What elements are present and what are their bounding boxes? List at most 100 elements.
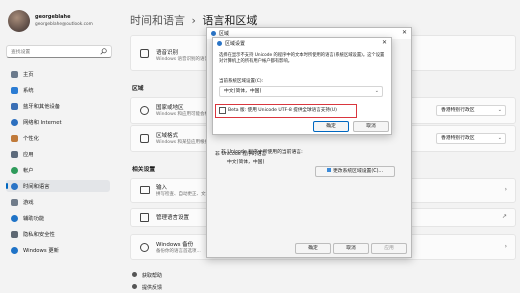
backup-card-title: Windows 备份	[156, 242, 194, 248]
region-cancel-button[interactable]: 取消	[333, 243, 369, 254]
sidebar-item-label: 游戏	[23, 200, 34, 206]
change-system-locale-button[interactable]: 更改系统区域设置(C)...	[315, 166, 395, 177]
sidebar-item-label: 主页	[23, 72, 34, 78]
breadcrumb-separator: ›	[191, 14, 196, 27]
section-related: 相关设置	[132, 167, 156, 173]
unicode-section-desc: 非 Unicode 程序中所使用的当前语言:	[221, 150, 303, 155]
close-icon[interactable]: ✕	[382, 39, 387, 46]
country-select-value: 香港特别行政区	[441, 108, 475, 113]
sidebar-item-system[interactable]: 系统	[6, 84, 110, 96]
section-region: 区域	[132, 86, 144, 92]
typing-card-title: 输入	[156, 185, 168, 191]
sidebar-item-label: 个性化	[23, 136, 39, 142]
close-icon[interactable]: ✕	[402, 29, 407, 36]
search-icon	[100, 48, 107, 55]
globe-clock-icon	[11, 182, 18, 190]
brush-icon	[11, 134, 18, 142]
speech-icon	[140, 49, 149, 58]
system-locale-value: 中文(简体，中国)	[224, 89, 262, 94]
sidebar-item-accounts[interactable]: 帐户	[6, 164, 110, 176]
admin-language-title: 管理语言设置	[156, 215, 190, 221]
sidebar-item-gaming[interactable]: 游戏	[6, 196, 110, 208]
region-ok-button[interactable]: 确定	[295, 243, 331, 254]
chevron-right-icon: ›	[504, 243, 507, 250]
country-select[interactable]: 香港特别行政区 ⌄	[436, 105, 506, 116]
chevron-down-icon: ⌄	[497, 135, 502, 141]
accessibility-icon	[11, 214, 18, 222]
system-locale-select[interactable]: 中文(简体，中国) ⌄	[219, 86, 383, 97]
breadcrumb-current: 语言和区域	[202, 14, 258, 27]
sidebar-item-label: 应用	[23, 152, 34, 158]
chevron-right-icon: ›	[504, 186, 507, 193]
get-help-link[interactable]: 获取帮助	[132, 272, 162, 279]
gamepad-icon	[11, 198, 18, 206]
sidebar-item-label: 时间和语言	[23, 184, 50, 190]
format-select[interactable]: 香港特别行政区 ⌄	[436, 133, 506, 144]
format-select-value: 香港特别行政区	[441, 136, 475, 141]
sidebar-item-label: 蓝牙和其他设备	[23, 104, 61, 110]
shield-icon	[11, 230, 18, 238]
backup-icon	[140, 243, 149, 252]
locale-dialog: 区域设置 ✕ 选择在显示不支持 Unicode 的程序中的文本时所使用的语言(系…	[212, 37, 392, 135]
locale-dialog-titlebar: 区域设置 ✕	[213, 38, 391, 49]
chevron-down-icon: ⌄	[374, 88, 379, 94]
update-icon	[11, 246, 18, 254]
feedback-icon	[132, 284, 137, 289]
open-external-icon: ↗	[501, 213, 507, 220]
locale-description: 选择在显示不支持 Unicode 的程序中的文本时所使用的语言(系统区域设置)。…	[219, 53, 385, 64]
locale-cancel-button[interactable]: 取消	[353, 121, 389, 132]
user-email: georgeblahe@outlook.com	[35, 22, 93, 27]
sidebar-item-windows-update[interactable]: Windows 更新	[6, 244, 110, 256]
speech-card-title: 语音识别	[156, 50, 179, 56]
region-apply-button[interactable]: 应用	[371, 243, 407, 254]
region-dialog-title: 区域	[219, 31, 230, 37]
sidebar-item-network[interactable]: 网络和 Internet	[6, 116, 110, 128]
sidebar-item-label: 系统	[23, 88, 34, 94]
get-help-label: 获取帮助	[142, 273, 163, 279]
apps-icon	[11, 150, 18, 158]
help-icon	[132, 272, 137, 277]
home-icon	[11, 70, 18, 78]
sidebar-item-home[interactable]: 主页	[6, 68, 110, 80]
backup-card-subtitle: 备份你的语言首选项...	[156, 249, 201, 254]
sidebar-item-privacy[interactable]: 隐私和安全性	[6, 228, 110, 240]
keyboard-icon	[140, 186, 150, 194]
sidebar-item-time-language[interactable]: 时间和语言	[6, 180, 110, 192]
locale-ok-button[interactable]: 确定	[313, 121, 349, 132]
current-language-value: 中文(简体，中国)	[227, 160, 265, 165]
feedback-label: 提供反馈	[142, 285, 163, 291]
format-icon	[140, 134, 149, 143]
locale-dialog-title: 区域设置	[225, 41, 246, 47]
sidebar-item-personalization[interactable]: 个性化	[6, 132, 110, 144]
search-input[interactable]: 查找设置	[6, 45, 112, 58]
sidebar-item-accessibility[interactable]: 辅助功能	[6, 212, 110, 224]
format-card-title: 区域格式	[156, 133, 179, 139]
sidebar-item-apps[interactable]: 应用	[6, 148, 110, 160]
feedback-link[interactable]: 提供反馈	[132, 284, 162, 291]
search-placeholder: 查找设置	[11, 50, 31, 55]
beta-utf8-label[interactable]: Beta 版: 使用 Unicode UTF-8 提供全球语言支持(U)	[228, 107, 337, 113]
user-name: georgeblahe	[35, 14, 71, 20]
page-title: 时间和语言 › 语言和区域	[130, 12, 257, 28]
speech-card-subtitle: Windows 语音识别的语音...	[156, 57, 214, 62]
globe-icon	[140, 106, 149, 115]
region-dialog-icon	[211, 31, 216, 36]
locale-label: 当前系统区域设置(C):	[219, 79, 264, 84]
account-icon	[11, 166, 18, 174]
sidebar-item-label: 帐户	[23, 168, 34, 174]
beta-utf8-checkbox[interactable]	[219, 107, 226, 114]
bluetooth-icon	[11, 102, 18, 110]
country-card-title: 国家或地区	[156, 105, 184, 111]
system-icon	[11, 86, 18, 94]
avatar[interactable]	[8, 10, 30, 32]
sidebar-item-label: 网络和 Internet	[23, 120, 62, 126]
change-system-locale-label: 更改系统区域设置(C)...	[332, 169, 384, 174]
breadcrumb-parent[interactable]: 时间和语言	[130, 14, 185, 27]
locale-dialog-icon	[217, 41, 222, 46]
admin-language-icon	[140, 213, 149, 222]
sidebar-item-label: 辅助功能	[23, 216, 45, 222]
sidebar-item-bluetooth[interactable]: 蓝牙和其他设备	[6, 100, 110, 112]
network-icon	[11, 118, 18, 126]
sidebar-item-label: 隐私和安全性	[23, 232, 55, 238]
chevron-down-icon: ⌄	[497, 107, 502, 113]
